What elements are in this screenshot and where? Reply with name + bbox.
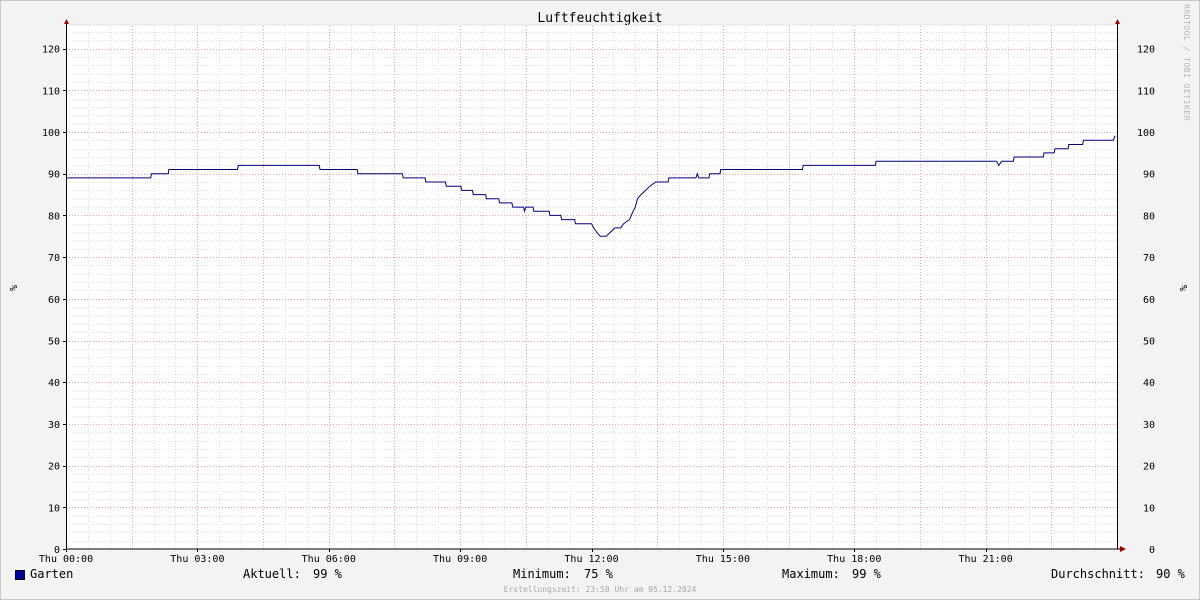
x-tick-label: Thu 00:00 xyxy=(39,554,93,565)
x-tick-label: Thu 21:00 xyxy=(959,554,1013,565)
y-tick-label: 110 xyxy=(42,86,60,97)
y-tick-label-right: 50 xyxy=(1143,337,1155,348)
x-tick-labels: Thu 00:00 Thu 03:00 Thu 06:00 Thu 09:00 Thu … xyxy=(39,549,1013,565)
x-tick-label: Thu 12:00 xyxy=(564,554,618,565)
y-tick-label: 30 xyxy=(48,420,60,431)
y-tick-label: 90 xyxy=(48,170,60,181)
legend-swatch-garten xyxy=(15,570,25,580)
creation-timestamp: Erstellungszeit: 23:58 Uhr am 05.12.2024 xyxy=(503,585,697,594)
y-tick-label: 80 xyxy=(48,211,60,222)
y-axis-label-right: % xyxy=(1177,285,1188,291)
x-tick-label: Thu 06:00 xyxy=(302,554,356,565)
x-tick-label: Thu 15:00 xyxy=(696,554,750,565)
stat-current-label: Aktuell: xyxy=(243,567,301,581)
y-tick-label: 20 xyxy=(48,462,60,473)
x-tick-label: Thu 18:00 xyxy=(827,554,881,565)
y-tick-label: 10 xyxy=(48,503,60,514)
y-tick-label: 120 xyxy=(42,45,60,56)
y-tick-label-right: 30 xyxy=(1143,420,1155,431)
stat-average-label: Durchschnitt: xyxy=(1051,567,1145,581)
y-tick-label-right: 60 xyxy=(1143,295,1155,306)
y-tick-labels-right: 0 10 20 30 40 50 60 70 80 90 100 110 120 xyxy=(1137,45,1155,556)
stat-current-value: 99 % xyxy=(313,567,342,581)
humidity-chart: 0 10 20 30 40 50 60 70 80 90 100 110 120 0 10 20 30 40 50… xyxy=(7,19,1188,565)
stat-minimum-label: Minimum: xyxy=(513,567,571,581)
y-tick-label: 50 xyxy=(48,337,60,348)
y-tick-label-right: 110 xyxy=(1137,86,1155,97)
stat-minimum-value: 75 % xyxy=(584,567,613,581)
stat-maximum-label: Maximum: xyxy=(782,567,840,581)
y-tick-label-right: 70 xyxy=(1143,253,1155,264)
legend-label-garten: Garten xyxy=(30,567,74,581)
y-tick-label-right: 100 xyxy=(1137,128,1155,139)
stat-maximum-value: 99 % xyxy=(852,567,881,581)
stat-average-value: 90 % xyxy=(1156,567,1185,581)
x-tick-label: Thu 03:00 xyxy=(170,554,224,565)
x-tick-label: Thu 09:00 xyxy=(433,554,487,565)
y-tick-label: 60 xyxy=(48,295,60,306)
y-tick-label-right: 40 xyxy=(1143,378,1155,389)
y-tick-label: 70 xyxy=(48,253,60,264)
y-tick-labels-left: 0102030405060708090100110120 xyxy=(42,45,66,556)
x-axis-arrow xyxy=(1120,546,1126,552)
legend-row: Garten Aktuell: 99 % Minimum: 75 % Maxim… xyxy=(0,567,1200,583)
y-tick-label: 100 xyxy=(42,128,60,139)
y-tick-label-right: 20 xyxy=(1143,462,1155,473)
y-tick-label-right: 120 xyxy=(1137,45,1155,56)
y-axis-arrow-left xyxy=(64,19,69,24)
y-tick-label-right: 10 xyxy=(1143,503,1155,514)
y-axis-arrow-right xyxy=(1115,19,1120,24)
y-axis-label-left: % xyxy=(7,285,18,291)
y-tick-label-right: 90 xyxy=(1143,170,1155,181)
y-tick-label: 40 xyxy=(48,378,60,389)
y-tick-label-right: 0 xyxy=(1149,545,1155,556)
y-tick-label-right: 80 xyxy=(1143,211,1155,222)
